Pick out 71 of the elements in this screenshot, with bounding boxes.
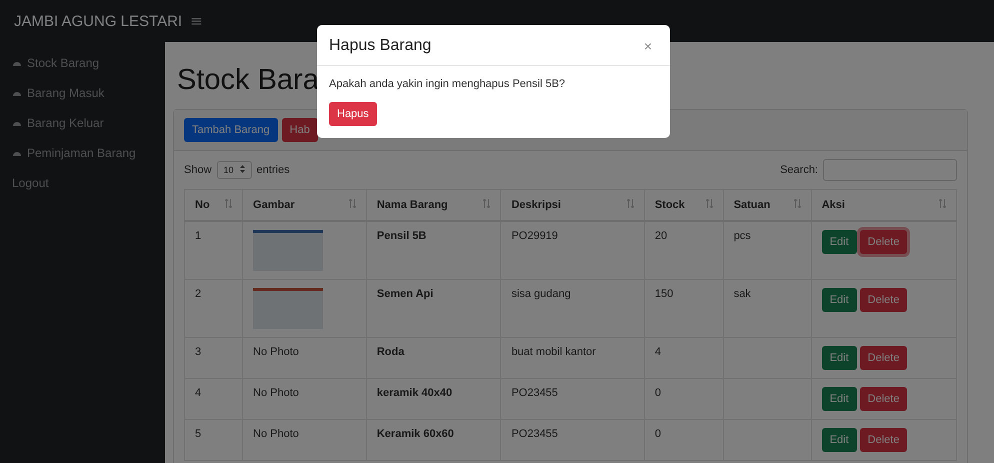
sort-icon	[794, 199, 801, 208]
confirm-message: Apakah anda yakin ingin menghapus Pensil 5B?	[329, 78, 566, 90]
table-cell: pcs	[723, 221, 812, 280]
sidebar-item[interactable]: Barang Masuk	[0, 78, 165, 108]
sidebar-item[interactable]: Logout	[0, 168, 165, 198]
table-cell: PO23455	[500, 378, 644, 420]
edit-button[interactable]: Edit	[822, 428, 857, 452]
table-cell: Keramik 60x60	[366, 420, 501, 460]
delete-button[interactable]: Delete	[860, 346, 908, 370]
sidebar-item[interactable]: Barang Keluar	[0, 108, 165, 138]
photo-placeholder	[253, 288, 324, 329]
column-header[interactable]: Nama Barang	[366, 190, 501, 221]
table-cell: No Photo	[242, 378, 366, 420]
brand-title[interactable]: JAMBI AGUNG LESTARI	[14, 12, 182, 30]
table-cell: 5	[184, 420, 243, 460]
table-cell: Roda	[366, 338, 501, 378]
edit-button[interactable]: Edit	[822, 288, 857, 312]
table-cell: 0	[644, 378, 724, 420]
table-cell: 3	[184, 338, 243, 378]
table-cell: No Photo	[242, 420, 366, 460]
table-cell: 0	[644, 420, 724, 460]
column-header[interactable]: Gambar	[242, 190, 366, 221]
column-header[interactable]: Stock	[644, 190, 724, 221]
table-cell: No Photo	[242, 338, 366, 378]
table-cell: 150	[644, 280, 724, 338]
select-caret-icon	[240, 165, 245, 173]
hapus-button[interactable]: Hapus	[329, 102, 377, 126]
sort-icon	[939, 199, 946, 208]
table-cell: 20	[644, 221, 724, 280]
column-header[interactable]: Satuan	[723, 190, 812, 221]
table-cell: Semen Api	[366, 280, 501, 338]
table-cell: buat mobil kantor	[500, 338, 644, 378]
modal-title: Hapus Barang	[329, 37, 432, 55]
show-label: Show	[184, 164, 212, 176]
search-label: Search:	[780, 164, 818, 176]
table-cell: 4	[644, 338, 724, 378]
sidebar-item[interactable]: Stock Barang	[0, 48, 165, 78]
column-header[interactable]: No	[184, 190, 243, 221]
delete-button[interactable]: Delete	[860, 288, 908, 312]
entries-select[interactable]: 10	[216, 161, 252, 179]
table-cell: keramik 40x40	[366, 378, 501, 420]
sort-icon	[225, 199, 232, 208]
delete-button[interactable]: Delete	[860, 428, 908, 452]
sort-icon	[348, 199, 356, 208]
table-cell: 1	[184, 221, 243, 280]
action-button[interactable]: Hab	[282, 118, 318, 142]
edit-button[interactable]: Edit	[822, 346, 857, 370]
delete-button[interactable]: Delete	[860, 387, 908, 411]
table-cell: Pensil 5B	[366, 221, 501, 280]
delete-button[interactable]: Delete	[860, 230, 908, 254]
table-cell: sak	[723, 280, 812, 338]
sort-icon	[706, 199, 713, 208]
column-header[interactable]: Aksi	[811, 190, 956, 221]
close-button[interactable]: ×	[638, 37, 658, 55]
table-cell: PO29919	[500, 221, 644, 280]
sort-icon	[626, 199, 634, 208]
edit-button[interactable]: Edit	[822, 230, 857, 254]
page-title: Stock Bara	[177, 64, 319, 97]
column-header[interactable]: Deskripsi	[500, 190, 644, 221]
sidebar-item[interactable]: Peminjaman Barang	[0, 138, 165, 168]
table-cell: PO23455	[500, 420, 644, 460]
action-button[interactable]: Tambah Barang	[184, 118, 278, 142]
photo-placeholder	[253, 230, 324, 271]
sort-icon	[483, 199, 490, 208]
table-cell: sisa gudang	[500, 280, 644, 338]
edit-button[interactable]: Edit	[822, 387, 857, 411]
table-cell: 4	[184, 378, 243, 420]
table-cell: 2	[184, 280, 243, 338]
search-field[interactable]	[823, 159, 957, 181]
entries-label: entries	[256, 164, 290, 176]
menu-toggle[interactable]: ≡	[190, 12, 203, 30]
